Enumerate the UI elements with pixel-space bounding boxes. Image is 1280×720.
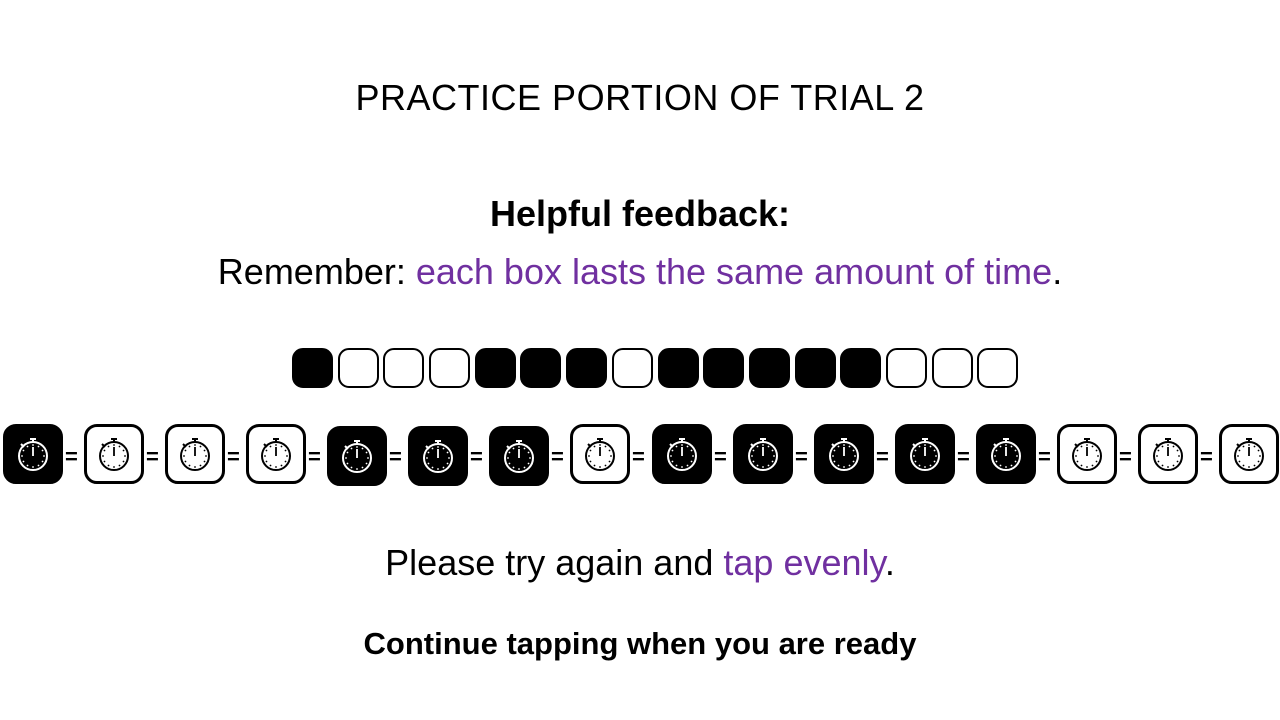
tap-box <box>794 348 836 388</box>
timer-box <box>3 424 63 484</box>
try-again-suffix: . <box>884 542 895 583</box>
stopwatch-icon <box>342 440 372 473</box>
tap-box <box>292 348 333 388</box>
tap-pattern-boxes <box>292 348 1019 388</box>
stopwatch-icon <box>585 438 615 471</box>
timer-box <box>814 424 874 484</box>
tap-box <box>657 348 699 388</box>
equals-sign: = <box>470 444 483 469</box>
tap-box <box>840 348 882 388</box>
timer-box <box>570 424 630 484</box>
equals-sign: = <box>632 444 645 469</box>
stopwatch-icon <box>1234 438 1264 471</box>
equals-sign: = <box>389 444 402 469</box>
stopwatch-icon <box>180 438 210 471</box>
stopwatch-icon <box>1153 438 1183 471</box>
timer-box <box>733 424 793 484</box>
equals-sign: = <box>795 444 808 469</box>
tap-box <box>977 348 1019 388</box>
tap-box <box>383 348 425 388</box>
feedback-heading: Helpful feedback: <box>489 193 791 234</box>
timer-box <box>976 424 1036 484</box>
equals-sign: = <box>876 444 889 469</box>
timer-box <box>84 424 144 484</box>
timer-box <box>895 424 955 484</box>
equals-sign: = <box>1119 444 1132 469</box>
stopwatch-icon <box>261 438 291 471</box>
stopwatch-icon <box>18 438 48 471</box>
equals-sign: = <box>957 444 970 469</box>
stopwatch-icon <box>667 438 697 471</box>
try-again-message: Please try again and tap evenly. <box>0 542 1280 584</box>
timer-box <box>1219 424 1279 484</box>
try-again-highlight: tap evenly <box>723 542 885 583</box>
tap-box <box>429 348 471 388</box>
try-again-prefix: Please try again and <box>385 542 724 583</box>
stopwatch-icon <box>504 440 534 473</box>
timer-box <box>652 424 712 484</box>
timer-box <box>246 424 306 484</box>
remember-suffix: . <box>1052 251 1063 292</box>
equals-sign: = <box>1200 444 1213 469</box>
timer-box <box>408 426 468 486</box>
tap-box <box>931 348 973 388</box>
stopwatch-icon <box>910 438 940 471</box>
tap-box <box>748 348 790 388</box>
stopwatch-icon <box>99 438 129 471</box>
stopwatch-icon <box>1072 438 1102 471</box>
remember-highlight: each box lasts the same amount of time <box>415 251 1053 292</box>
timer-box <box>1138 424 1198 484</box>
equals-sign: = <box>1038 444 1051 469</box>
tap-box <box>474 348 516 388</box>
equals-sign: = <box>146 444 159 469</box>
remember-message: Remember: each box lasts the same amount… <box>0 251 1280 293</box>
equals-sign: = <box>65 444 78 469</box>
stopwatch-icon <box>991 438 1021 471</box>
equals-sign: = <box>551 444 564 469</box>
page-title: PRACTICE PORTION OF TRIAL 2 <box>355 77 925 118</box>
tap-box <box>337 348 379 388</box>
tap-box <box>520 348 562 388</box>
equals-sign: = <box>227 444 240 469</box>
stopwatch-icon <box>423 440 453 473</box>
timer-box <box>165 424 225 484</box>
equals-sign: = <box>714 444 727 469</box>
tap-box <box>703 348 745 388</box>
timer-box <box>327 426 387 486</box>
tap-box <box>611 348 653 388</box>
remember-prefix: Remember: <box>217 251 416 292</box>
tap-box <box>566 348 608 388</box>
timer-box <box>489 426 549 486</box>
tap-box <box>885 348 927 388</box>
stopwatch-icon <box>829 438 859 471</box>
continue-instruction: Continue tapping when you are ready <box>363 626 917 661</box>
timer-box <box>1057 424 1117 484</box>
equals-sign: = <box>308 444 321 469</box>
stopwatch-icon <box>748 438 778 471</box>
practice-feedback-screen: PRACTICE PORTION OF TRIAL 2 Helpful feed… <box>0 0 1280 720</box>
